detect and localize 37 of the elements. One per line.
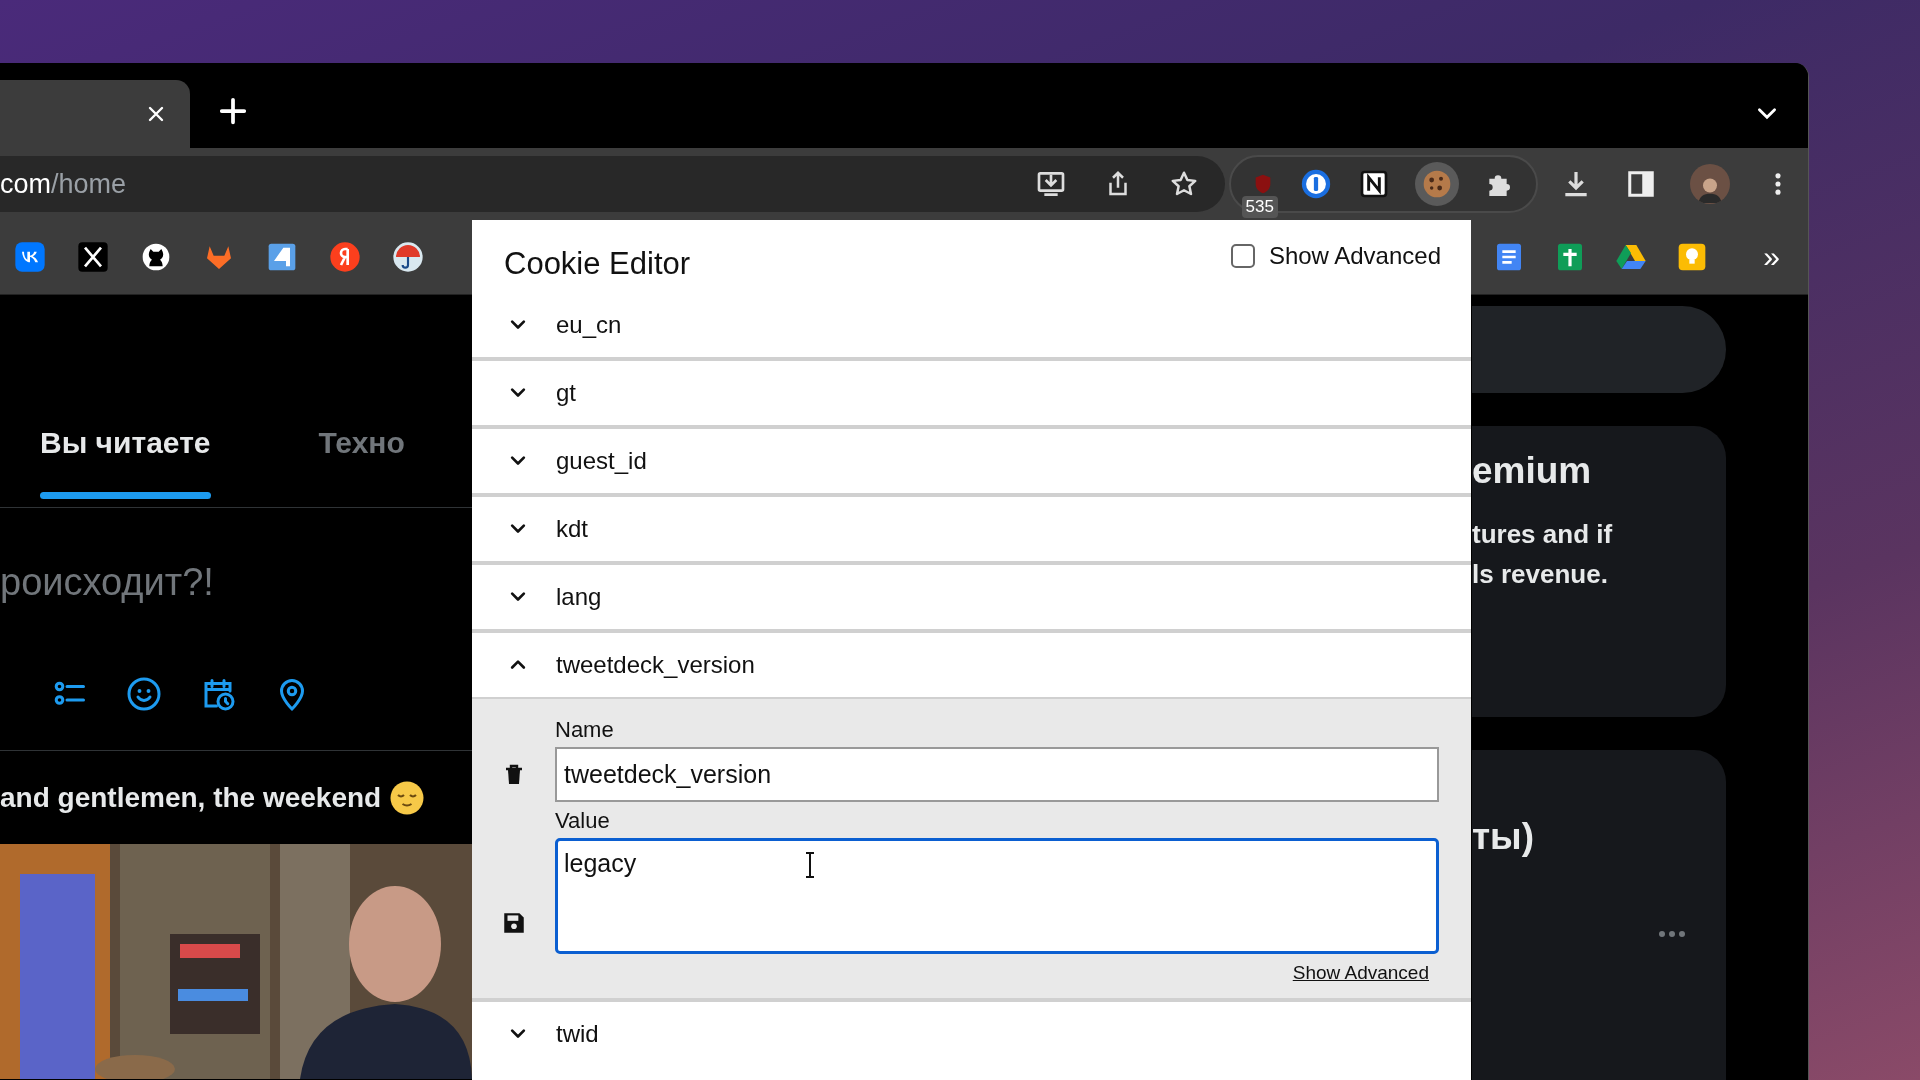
address-text[interactable]: com/home	[0, 168, 127, 200]
vk-logo-icon[interactable]	[14, 241, 46, 273]
show-advanced-link[interactable]: Show Advanced	[1292, 962, 1429, 984]
tile-logo-icon[interactable]	[266, 241, 298, 273]
cat-icon[interactable]	[140, 241, 172, 273]
cookie-row[interactable]: twid	[472, 998, 1471, 1066]
bookmarks-overflow[interactable]: »	[1763, 242, 1780, 272]
compose-field[interactable]: роисходит?!	[0, 561, 472, 604]
feed-tab[interactable]: Вы читаете	[40, 426, 211, 507]
card-text: tures and if ls revenue.	[1472, 518, 1614, 591]
cookie-row[interactable]: kdt	[472, 493, 1471, 561]
name-input[interactable]: tweetdeck_version	[555, 747, 1439, 802]
tweet-text: and gentlemen, the weekend	[0, 781, 382, 814]
show-advanced-checkbox[interactable]: Show Advanced	[1230, 242, 1441, 270]
cookie-row[interactable]: guest_id	[472, 425, 1471, 493]
circle-logo-icon[interactable]	[329, 241, 361, 273]
value-input[interactable]: legacy	[555, 838, 1439, 954]
text-cursor-icon	[804, 851, 816, 879]
feed-tab[interactable]: Техно	[318, 426, 405, 507]
field-label: Name	[555, 717, 615, 743]
cookie-row[interactable]: gt	[472, 357, 1471, 425]
more-icon[interactable]	[1658, 930, 1686, 938]
plus-icon[interactable]	[218, 96, 248, 126]
field-label: Value	[555, 808, 611, 834]
emoji-icon[interactable]	[126, 676, 162, 712]
card-title: ты)	[1472, 816, 1536, 858]
side-panel-icon[interactable]	[1626, 169, 1656, 199]
umbrella-icon[interactable]	[392, 241, 424, 273]
cookie-row[interactable]: eu_cn	[472, 293, 1471, 357]
search-field[interactable]	[1472, 306, 1726, 393]
cross-icon[interactable]	[77, 241, 109, 273]
badge-count: 535	[1241, 196, 1278, 218]
cookie-row[interactable]: lang	[472, 561, 1471, 629]
card-title: emium	[1472, 450, 1593, 492]
emoji-icon	[389, 779, 426, 816]
popup-title: Cookie Editor	[504, 246, 691, 282]
avatar[interactable]	[1690, 164, 1730, 204]
